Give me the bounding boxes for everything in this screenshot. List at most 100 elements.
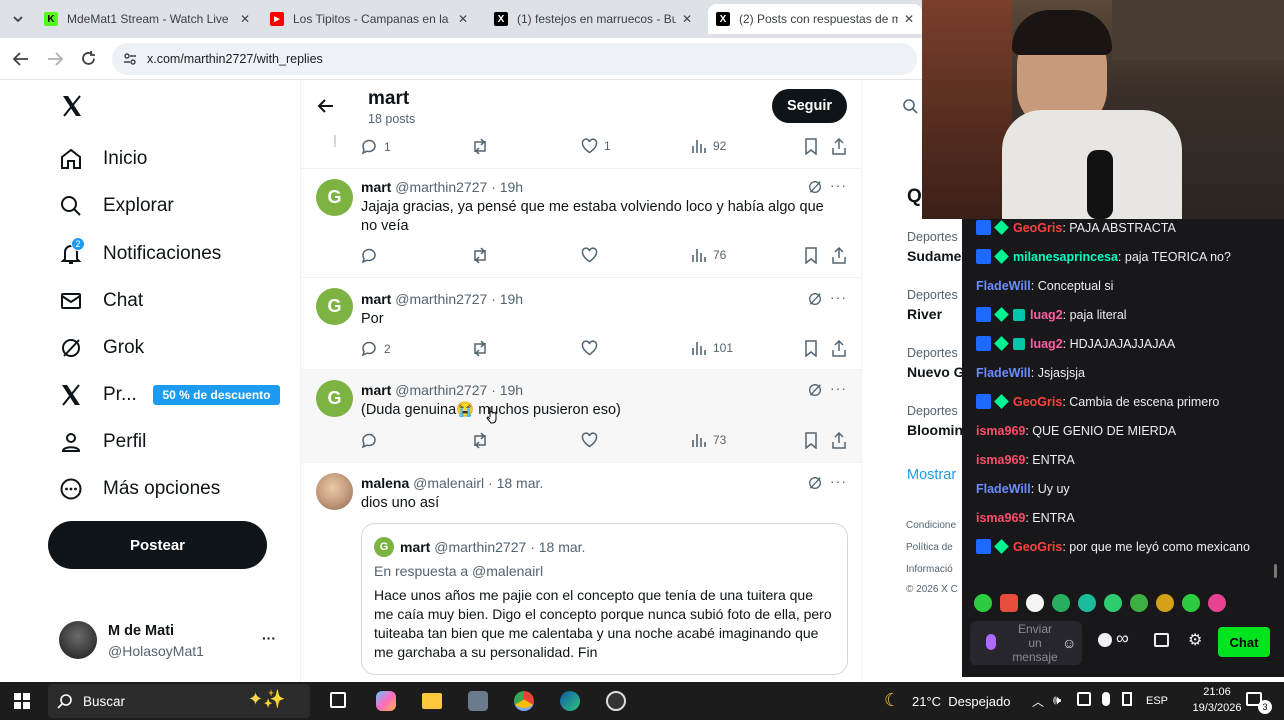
- tweet-more-icon[interactable]: ···: [830, 289, 847, 305]
- trend-title[interactable]: Bloomin: [907, 422, 963, 438]
- infinity-icon[interactable]: ∞: [1116, 628, 1129, 649]
- back-arrow-icon[interactable]: [317, 98, 335, 119]
- chat-send-button[interactable]: Chat: [1218, 627, 1270, 657]
- grok-icon[interactable]: [807, 475, 823, 496]
- grok-icon[interactable]: [807, 382, 823, 403]
- repost-button[interactable]: [471, 247, 489, 264]
- share-icon[interactable]: [831, 138, 847, 155]
- views-button[interactable]: 76: [691, 247, 726, 263]
- taskbar-date[interactable]: 19/3/2026: [1182, 702, 1252, 714]
- chat-input[interactable]: Enviar un mensaje ☺: [970, 621, 1082, 665]
- tweet-time[interactable]: · 18 mar.: [488, 475, 543, 491]
- post-button[interactable]: Postear: [48, 521, 267, 569]
- chat-username[interactable]: GeoGris: [1013, 395, 1062, 409]
- site-info-icon[interactable]: [123, 52, 137, 71]
- browser-tab-active[interactable]: X (2) Posts con respuestas de ma ✕: [708, 4, 922, 34]
- chat-username[interactable]: GeoGris: [1013, 221, 1062, 235]
- tray-chevron-icon[interactable]: ︿: [1032, 693, 1044, 710]
- volume-icon[interactable]: 🕪: [1053, 692, 1061, 708]
- like-button[interactable]: 1: [581, 138, 611, 154]
- reload-icon[interactable]: [80, 50, 97, 72]
- emote-icon[interactable]: [1104, 594, 1122, 612]
- microphone-icon[interactable]: [986, 634, 996, 650]
- tweet-author-name[interactable]: mart: [361, 382, 391, 398]
- emote-icon[interactable]: [1208, 594, 1226, 612]
- reply-button[interactable]: [361, 432, 384, 449]
- back-icon[interactable]: [12, 51, 30, 72]
- windows-start-icon[interactable]: [14, 693, 30, 714]
- like-button[interactable]: [581, 340, 604, 356]
- trend-title[interactable]: Nuevo G: [907, 364, 965, 380]
- close-tab-icon[interactable]: ✕: [458, 12, 468, 26]
- edge-icon[interactable]: [560, 691, 580, 711]
- close-tab-icon[interactable]: ✕: [682, 12, 692, 26]
- network-icon[interactable]: [1077, 692, 1091, 706]
- tweet-author-name[interactable]: malena: [361, 475, 409, 491]
- footer-link[interactable]: Política de: [906, 542, 953, 553]
- nav-profile[interactable]: Perfil: [58, 423, 146, 461]
- repost-button[interactable]: [471, 138, 489, 155]
- emote-icon[interactable]: [1078, 594, 1096, 612]
- emoji-icon[interactable]: ☺: [1062, 635, 1076, 651]
- channel-points-icon[interactable]: [1098, 633, 1112, 647]
- chat-username[interactable]: isma969: [976, 424, 1025, 438]
- account-more-icon[interactable]: ···: [262, 630, 276, 646]
- footer-link[interactable]: Informació: [906, 564, 953, 575]
- emote-icon[interactable]: [1130, 594, 1148, 612]
- microphone-icon[interactable]: [1102, 692, 1110, 706]
- close-tab-icon[interactable]: ✕: [240, 12, 250, 26]
- emote-icon[interactable]: [1182, 594, 1200, 612]
- account-switcher[interactable]: M de Mati @HolasoyMat1 ···: [48, 612, 288, 668]
- like-button[interactable]: [581, 247, 604, 263]
- tweet-handle[interactable]: @marthin2727: [395, 179, 487, 195]
- trend-title[interactable]: River: [907, 306, 942, 322]
- tweet-more-icon[interactable]: ···: [830, 177, 847, 193]
- tweet-handle[interactable]: @malenairl: [413, 475, 484, 491]
- chat-scrollbar[interactable]: [1274, 564, 1277, 578]
- weather-text[interactable]: 21°C Despejado: [912, 694, 1010, 709]
- forward-icon[interactable]: [46, 51, 64, 72]
- views-button[interactable]: 92: [691, 138, 726, 154]
- nav-premium[interactable]: Pr...: [58, 376, 137, 414]
- browser-tab[interactable]: ▶ Los Tipitos - Campanas en la no ✕: [262, 4, 476, 34]
- usb-icon[interactable]: [1122, 692, 1132, 706]
- app-icon[interactable]: [468, 691, 488, 711]
- browser-tab[interactable]: X (1) festejos en marruecos - Bus ✕: [486, 4, 700, 34]
- share-icon[interactable]: [831, 340, 847, 357]
- search-icon[interactable]: [902, 98, 918, 119]
- repost-button[interactable]: [471, 340, 489, 357]
- taskbar-time[interactable]: 21:06: [1192, 686, 1242, 698]
- footer-link[interactable]: Condicione: [906, 520, 956, 531]
- tweet-handle[interactable]: @marthin2727: [395, 291, 487, 307]
- trend-title[interactable]: Sudame: [907, 248, 961, 264]
- emote-icon[interactable]: [1000, 594, 1018, 612]
- bookmark-icon[interactable]: [804, 432, 818, 449]
- browser-tab[interactable]: K MdeMat1 Stream - Watch Live ✕: [36, 4, 258, 34]
- views-button[interactable]: 101: [691, 340, 733, 356]
- show-more-link[interactable]: Mostrar: [907, 467, 956, 483]
- views-button[interactable]: 73: [691, 432, 726, 448]
- tweet[interactable]: G mart @marthin2727 · 19h ··· Jajaja gra…: [301, 169, 861, 277]
- tweet-time[interactable]: · 19h: [491, 291, 523, 307]
- chat-username[interactable]: isma969: [976, 511, 1025, 525]
- chrome-icon[interactable]: [514, 691, 534, 711]
- emote-icon[interactable]: [1156, 594, 1174, 612]
- copilot-icon[interactable]: [376, 691, 396, 711]
- follow-button[interactable]: Seguir: [772, 89, 847, 123]
- chat-username[interactable]: isma969: [976, 453, 1025, 467]
- nav-explore[interactable]: Explorar: [58, 187, 174, 225]
- chat-username[interactable]: FladeWill: [976, 482, 1031, 496]
- x-logo-icon[interactable]: [60, 94, 84, 123]
- chat-username[interactable]: FladeWill: [976, 366, 1031, 380]
- tweet[interactable]: malena @malenairl · 18 mar. ··· dios uno…: [301, 463, 861, 682]
- reply-button[interactable]: 2: [361, 340, 391, 357]
- store-icon[interactable]: [1154, 633, 1169, 647]
- tweet[interactable]: G mart @marthin2727 · 19h ··· Por 2 101: [301, 278, 861, 369]
- quoted-tweet[interactable]: G mart @marthin2727 · 18 mar. En respues…: [361, 523, 848, 675]
- chat-username[interactable]: luag2: [1030, 308, 1063, 322]
- tweet-time[interactable]: · 19h: [491, 179, 523, 195]
- bookmark-icon[interactable]: [804, 138, 818, 155]
- taskbar-search[interactable]: Buscar ✦✨: [48, 684, 310, 718]
- reply-button[interactable]: [361, 247, 384, 264]
- repost-button[interactable]: [471, 432, 489, 449]
